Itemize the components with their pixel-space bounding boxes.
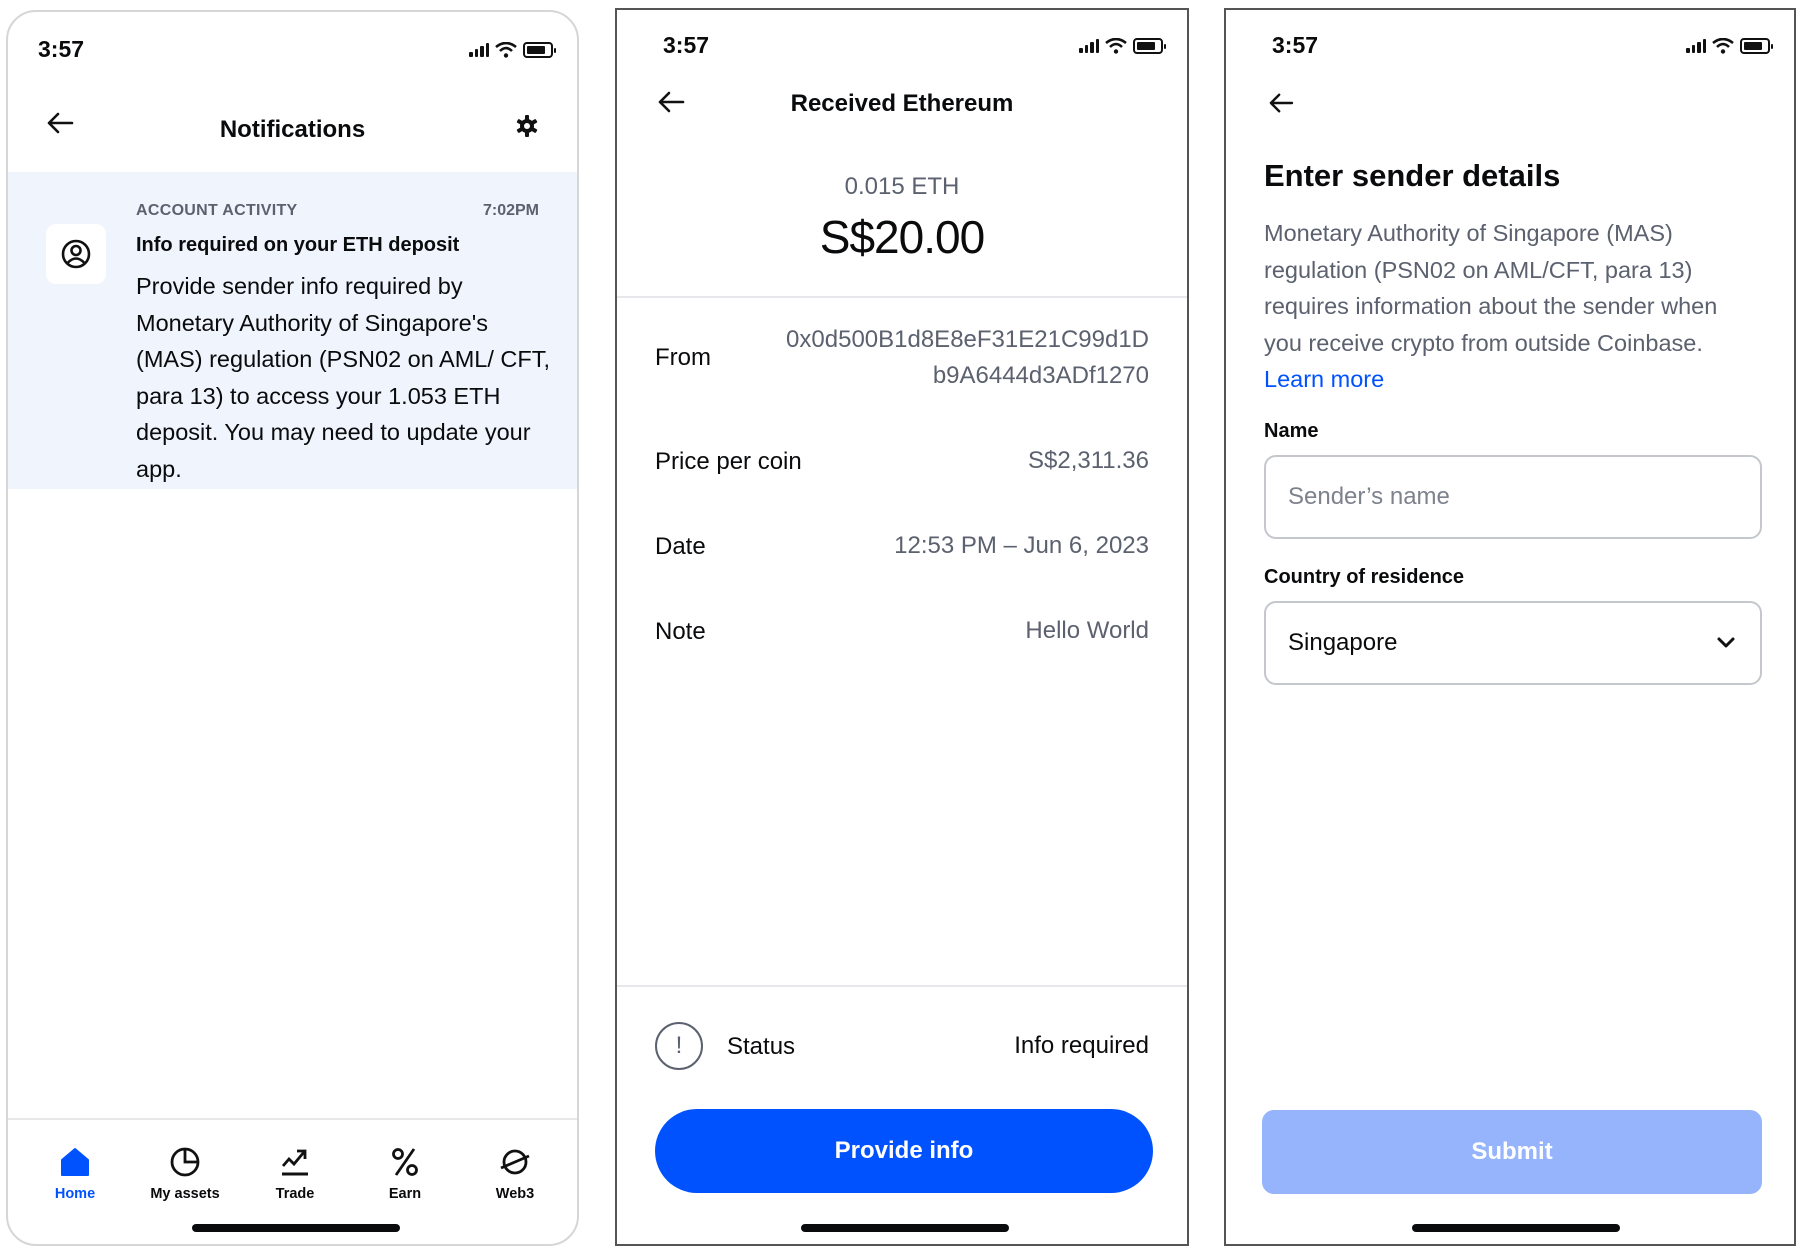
- notification-category: ACCOUNT ACTIVITY: [136, 202, 298, 219]
- crypto-amount: 0.015 ETH: [844, 173, 960, 200]
- battery-icon: [523, 42, 556, 58]
- country-label: Country of residence: [1264, 566, 1465, 588]
- home-indicator: [801, 1224, 1009, 1232]
- description-text: Monetary Authority of Singapore (MAS) re…: [1264, 220, 1718, 356]
- status-icons: [1079, 38, 1166, 54]
- wifi-icon: [495, 42, 517, 58]
- tab-label: Web3: [495, 1186, 535, 1202]
- country-value: Singapore: [1288, 629, 1398, 656]
- page-heading: Enter sender details: [1264, 158, 1561, 193]
- tab-earn[interactable]: Earn: [350, 1142, 460, 1202]
- wifi-icon: [1712, 38, 1734, 54]
- status-icons: [469, 42, 556, 58]
- signal-icon: [1079, 39, 1099, 53]
- percent-icon: [350, 1142, 460, 1182]
- notifications-screen: 3:57 Notifications ACCOUNT ACTIVITY 7:02…: [6, 10, 579, 1246]
- from-address-line1: 0x0d500B1d8E8eF31E21C99d1D: [786, 326, 1149, 353]
- tab-bar-divider: [8, 1118, 577, 1120]
- page-title: Notifications: [219, 116, 366, 143]
- notification-item[interactable]: ACCOUNT ACTIVITY 7:02PM Info required on…: [8, 172, 577, 489]
- tab-web3[interactable]: Web3: [460, 1142, 570, 1202]
- wifi-icon: [1105, 38, 1127, 54]
- trend-up-icon: [240, 1142, 350, 1182]
- country-select[interactable]: Singapore: [1264, 601, 1762, 685]
- from-label: From: [655, 344, 711, 371]
- note-value: Hello World: [1025, 617, 1149, 644]
- account-icon: [46, 224, 106, 284]
- status-time: 3:57: [663, 32, 710, 58]
- date-label: Date: [655, 533, 706, 560]
- signal-icon: [469, 43, 489, 57]
- sender-name-input[interactable]: [1264, 455, 1762, 539]
- home-indicator: [1412, 1224, 1620, 1232]
- fiat-amount: S$20.00: [819, 211, 985, 263]
- alert-icon: !: [655, 1022, 703, 1070]
- battery-icon: [1740, 38, 1773, 54]
- transaction-detail-screen: 3:57 Received Ethereum 0.015 ETH S$20.00…: [615, 8, 1189, 1246]
- divider: [617, 296, 1187, 298]
- status-label: Status: [727, 1033, 796, 1060]
- gear-icon[interactable]: [515, 114, 539, 143]
- tab-home[interactable]: Home: [20, 1142, 130, 1202]
- learn-more-link[interactable]: Learn more: [1264, 366, 1384, 392]
- note-label: Note: [655, 618, 706, 645]
- battery-icon: [1133, 38, 1166, 54]
- from-address[interactable]: 0x0d500B1d8E8eF31E21C99d1D b9A6444d3ADf1…: [786, 322, 1149, 394]
- status-icons: [1686, 38, 1773, 54]
- tab-label: Earn: [388, 1186, 422, 1202]
- status-value: Info required: [1014, 1032, 1149, 1059]
- signal-icon: [1686, 39, 1706, 53]
- tab-my-assets[interactable]: My assets: [130, 1142, 240, 1202]
- page-title: Received Ethereum: [790, 90, 1014, 117]
- back-arrow-icon[interactable]: [1268, 92, 1294, 119]
- status-time: 3:57: [1272, 32, 1319, 58]
- notification-time: 7:02PM: [482, 202, 539, 219]
- status-time: 3:57: [38, 36, 85, 62]
- tab-label: My assets: [150, 1186, 220, 1202]
- from-address-line2: b9A6444d3ADf1270: [932, 362, 1149, 389]
- name-label: Name: [1264, 420, 1319, 442]
- planet-icon: [460, 1142, 570, 1182]
- notification-body: Provide sender info required by Monetary…: [136, 273, 551, 482]
- price-per-coin-label: Price per coin: [655, 448, 802, 475]
- price-per-coin-value: S$2,311.36: [1028, 447, 1149, 474]
- chevron-down-icon: [1717, 637, 1735, 648]
- tab-label: Home: [54, 1186, 96, 1202]
- sender-details-screen: 3:57 Enter sender details Monetary Autho…: [1224, 8, 1796, 1246]
- description: Monetary Authority of Singapore (MAS) re…: [1264, 215, 1754, 398]
- date-value: 12:53 PM – Jun 6, 2023: [894, 532, 1149, 559]
- pie-chart-icon: [130, 1142, 240, 1182]
- submit-button[interactable]: Submit: [1262, 1110, 1762, 1194]
- tab-trade[interactable]: Trade: [240, 1142, 350, 1202]
- provide-info-button[interactable]: Provide info: [655, 1109, 1153, 1193]
- notification-title: Info required on your ETH deposit: [136, 234, 460, 256]
- tab-label: Trade: [275, 1186, 315, 1202]
- home-indicator: [192, 1224, 400, 1232]
- home-icon: [20, 1142, 130, 1182]
- divider: [617, 985, 1187, 987]
